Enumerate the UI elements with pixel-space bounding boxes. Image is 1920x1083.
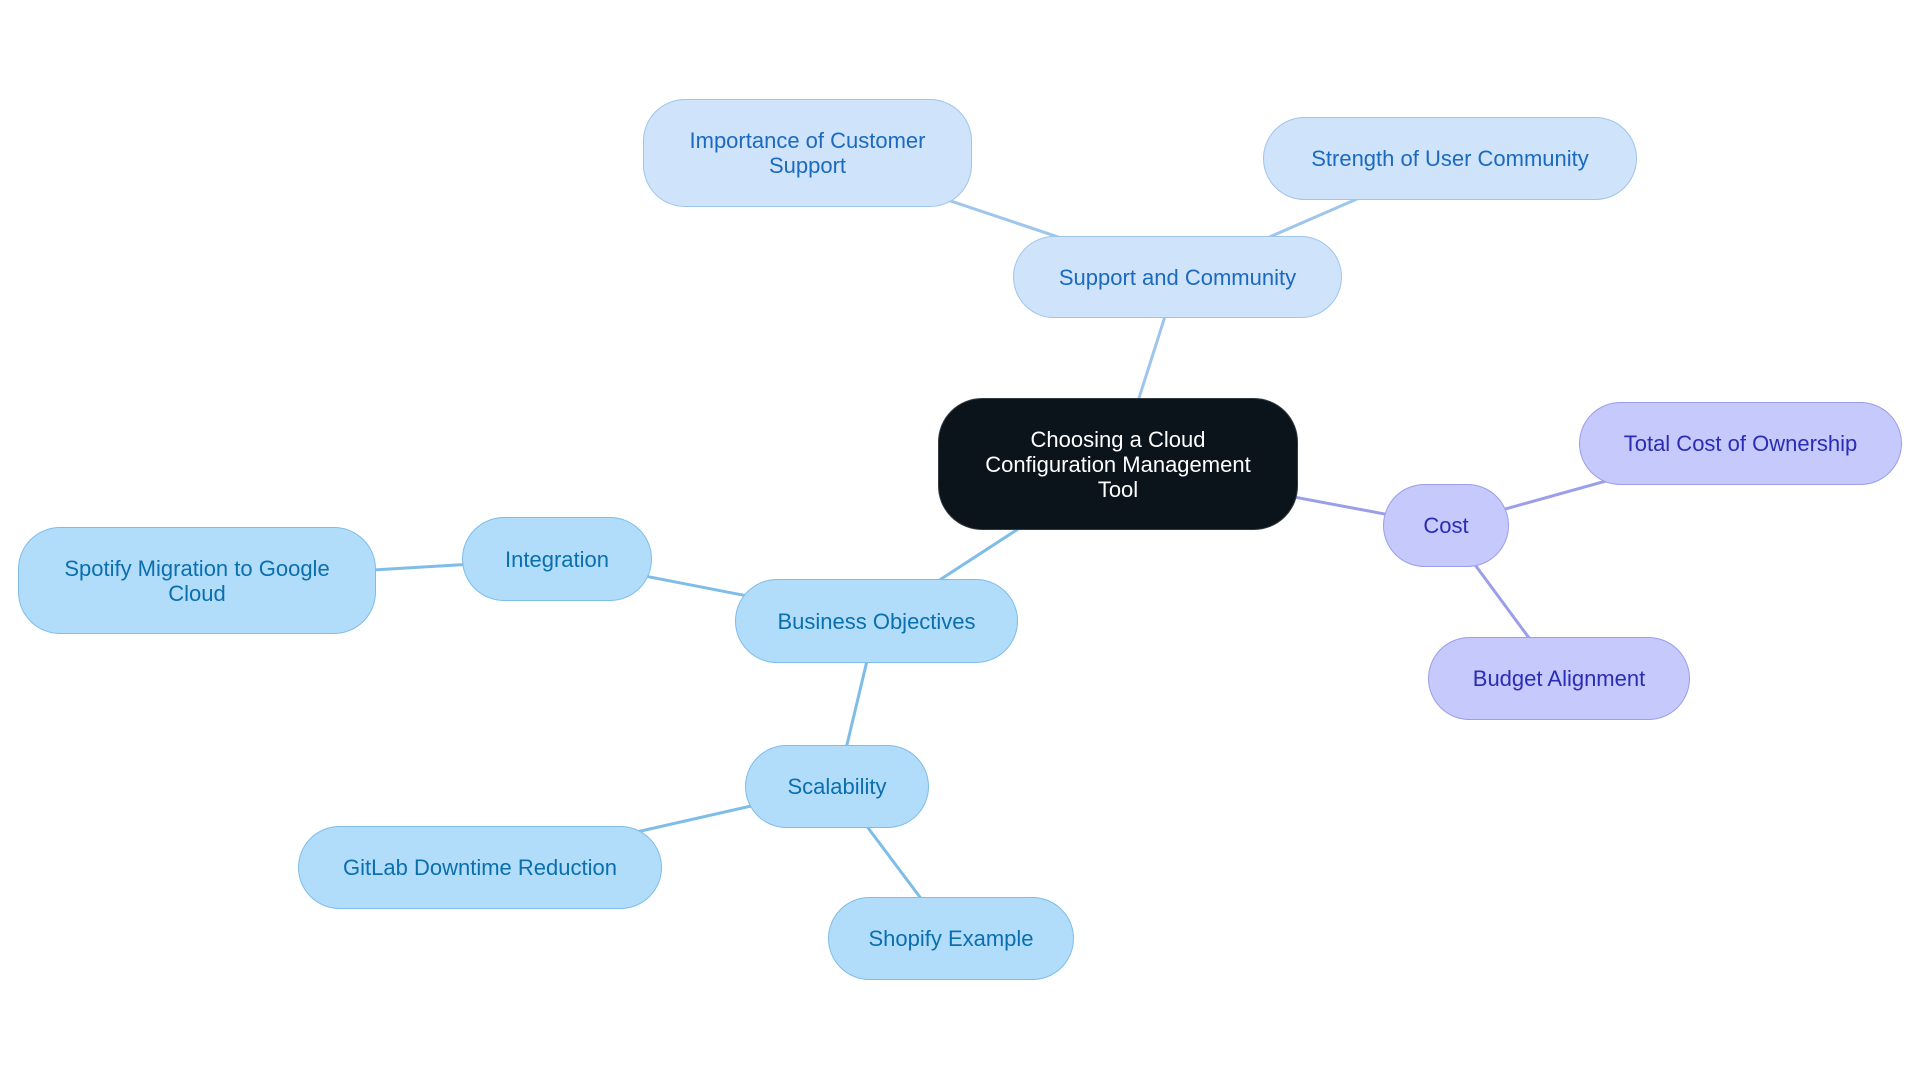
node-label: GitLab Downtime Reduction xyxy=(343,855,617,880)
node-label: Strength of User Community xyxy=(1311,146,1589,171)
node-label: Shopify Example xyxy=(868,926,1034,951)
node-label: Total Cost of Ownership xyxy=(1623,431,1858,456)
node-business-objectives[interactable]: Business Objectives xyxy=(735,579,1018,663)
node-root[interactable]: Choosing a Cloud Configuration Managemen… xyxy=(938,398,1298,530)
node-label: Integration xyxy=(505,546,609,572)
node-label: Budget Alignment xyxy=(1472,666,1646,691)
node-shopify-example[interactable]: Shopify Example xyxy=(828,897,1074,980)
node-strength-of-user-community[interactable]: Strength of User Community xyxy=(1263,117,1637,200)
node-label: Support and Community xyxy=(1058,264,1297,290)
node-importance-of-customer-support[interactable]: Importance of Customer Support xyxy=(643,99,972,207)
node-scalability[interactable]: Scalability xyxy=(745,745,929,828)
node-label: Cost xyxy=(1423,513,1469,538)
node-support-and-community[interactable]: Support and Community xyxy=(1013,236,1342,318)
node-label: Spotify Migration to Google Cloud xyxy=(64,555,330,606)
node-gitlab-downtime-reduction[interactable]: GitLab Downtime Reduction xyxy=(298,826,662,909)
node-label: Importance of Customer Support xyxy=(689,128,926,178)
node-label: Business Objectives xyxy=(777,608,976,634)
node-integration[interactable]: Integration xyxy=(462,517,652,601)
node-spotify-migration[interactable]: Spotify Migration to Google Cloud xyxy=(18,527,376,634)
node-total-cost-of-ownership[interactable]: Total Cost of Ownership xyxy=(1579,402,1902,485)
mindmap-canvas: Choosing a Cloud Configuration Managemen… xyxy=(0,0,1920,1083)
node-cost[interactable]: Cost xyxy=(1383,484,1509,567)
node-root-label: Choosing a Cloud Configuration Managemen… xyxy=(985,426,1251,502)
node-budget-alignment[interactable]: Budget Alignment xyxy=(1428,637,1690,720)
node-label: Scalability xyxy=(787,774,887,799)
